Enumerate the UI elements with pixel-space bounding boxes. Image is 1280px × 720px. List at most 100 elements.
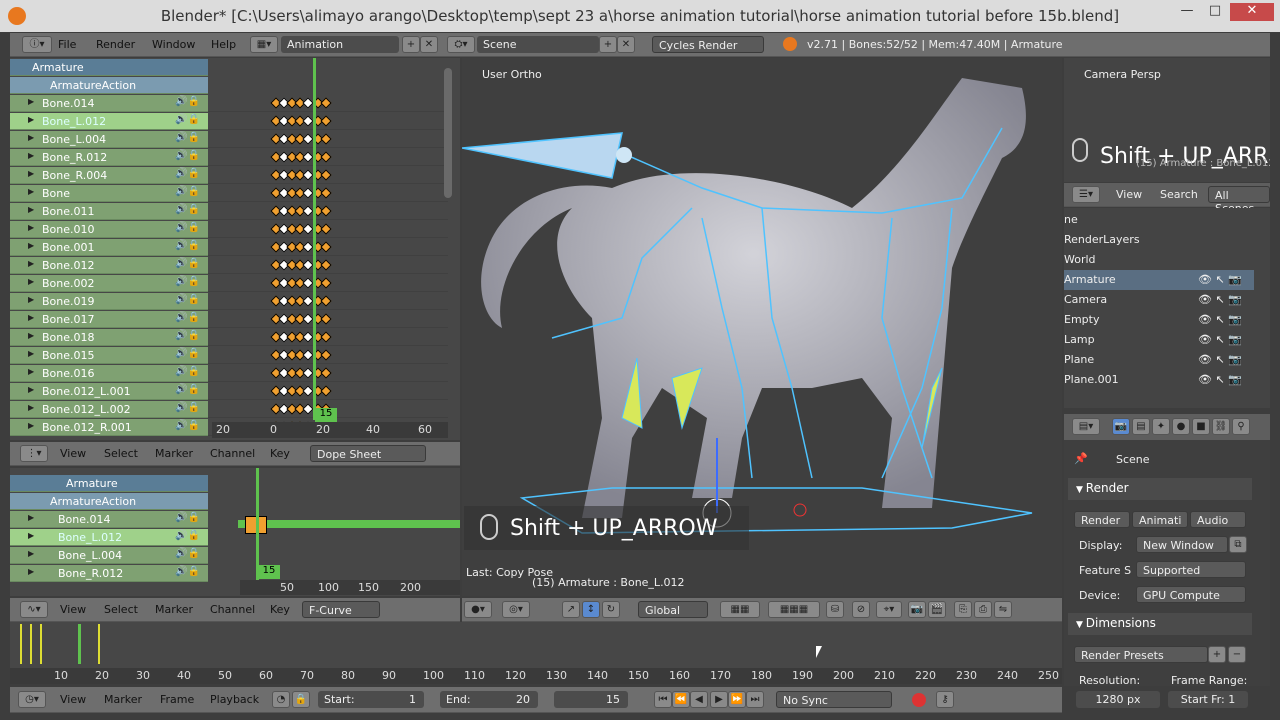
- scene-icon[interactable]: ⛭▾: [447, 36, 475, 53]
- jump-end-icon[interactable]: ⏭: [746, 691, 764, 708]
- scene-tab-icon[interactable]: ✦: [1152, 418, 1170, 435]
- expand-arrow-icon[interactable]: ▶: [28, 385, 34, 394]
- jump-start-icon[interactable]: ⏮: [654, 691, 672, 708]
- screen-layout-field[interactable]: Animation: [281, 36, 399, 53]
- dopesheet-channel-row[interactable]: ▶ Bone.015 🔊🔒: [10, 347, 208, 364]
- expand-arrow-icon[interactable]: ▶: [28, 187, 34, 196]
- graph-channel-row[interactable]: ▶ Bone.014 🔊🔒: [10, 511, 208, 528]
- graph-channel-row[interactable]: ▶ Bone_R.012 🔊🔒: [10, 565, 208, 582]
- speaker-lock-icon[interactable]: 🔊🔒: [175, 566, 200, 577]
- shading-solid-icon[interactable]: ●▾: [464, 601, 492, 618]
- start-frame-input[interactable]: Start: 1: [318, 691, 424, 708]
- expand-arrow-icon[interactable]: ▶: [28, 531, 34, 540]
- bone-tab-icon[interactable]: ⚲: [1232, 418, 1250, 435]
- outliner-row[interactable]: Armature 👁 ↖ 📷: [1064, 270, 1254, 290]
- sync-mode-dropdown[interactable]: No Sync: [776, 691, 892, 708]
- graph-menu-marker[interactable]: Marker: [155, 603, 193, 616]
- pin-icon[interactable]: 📌: [1074, 452, 1088, 465]
- close-button[interactable]: ✕: [1230, 3, 1274, 21]
- graph-mode-dropdown[interactable]: F-Curve: [302, 601, 380, 618]
- expand-arrow-icon[interactable]: ▶: [28, 367, 34, 376]
- speaker-lock-icon[interactable]: 🔊🔒: [175, 312, 200, 323]
- dopesheet-channel-row[interactable]: ▶ Bone.012_L.002 🔊🔒: [10, 401, 208, 418]
- dopesheet-channel-row[interactable]: ▶ Bone.012 🔊🔒: [10, 257, 208, 274]
- dimensions-panel-header[interactable]: ▼ Dimensions: [1068, 613, 1252, 635]
- expand-arrow-icon[interactable]: ▶: [28, 151, 34, 160]
- speaker-lock-icon[interactable]: 🔊🔒: [175, 168, 200, 179]
- dopesheet-channel-row[interactable]: ▶ Bone.012_L.001 🔊🔒: [10, 383, 208, 400]
- speaker-lock-icon[interactable]: 🔊🔒: [175, 132, 200, 143]
- timeline-area[interactable]: [10, 622, 1062, 668]
- add-scene-icon[interactable]: +: [599, 36, 617, 53]
- outliner-row[interactable]: ne: [1064, 210, 1254, 230]
- object-tab-icon[interactable]: ■: [1192, 418, 1210, 435]
- speaker-lock-icon[interactable]: 🔊🔒: [175, 204, 200, 215]
- outliner-menu-search[interactable]: Search: [1160, 188, 1198, 201]
- dopesheet-menu-key[interactable]: Key: [270, 447, 290, 460]
- outliner-row[interactable]: Empty 👁 ↖ 📷: [1064, 310, 1254, 330]
- outliner-menu-view[interactable]: View: [1116, 188, 1142, 201]
- speaker-lock-icon[interactable]: 🔊🔒: [175, 114, 200, 125]
- render-layers-tab-icon[interactable]: ▤: [1132, 418, 1150, 435]
- render-button[interactable]: Render: [1074, 511, 1130, 528]
- expand-arrow-icon[interactable]: ▶: [28, 241, 34, 250]
- pose-lock-icon[interactable]: ⛁: [826, 601, 844, 618]
- end-frame-input[interactable]: End: 20: [440, 691, 538, 708]
- dopesheet-channel-row[interactable]: ▶ Bone_L.012 🔊🔒: [10, 113, 208, 130]
- editor-type-graph-icon[interactable]: ∿▾: [20, 601, 48, 618]
- timeline-menu-marker[interactable]: Marker: [104, 693, 142, 706]
- speaker-lock-icon[interactable]: 🔊🔒: [175, 384, 200, 395]
- dopesheet-channel-row[interactable]: ▶ Bone.019 🔊🔒: [10, 293, 208, 310]
- timeline-menu-playback[interactable]: Playback: [210, 693, 259, 706]
- expand-arrow-icon[interactable]: ▶: [28, 403, 34, 412]
- editor-type-timeline-icon[interactable]: ◷▾: [18, 691, 46, 708]
- speaker-lock-icon[interactable]: 🔊🔒: [175, 240, 200, 251]
- current-frame-input[interactable]: 15: [554, 691, 628, 708]
- graph-menu-key[interactable]: Key: [270, 603, 290, 616]
- outliner-row[interactable]: Plane.001 👁 ↖ 📷: [1064, 370, 1254, 390]
- expand-arrow-icon[interactable]: ▶: [28, 513, 34, 522]
- rotate-icon[interactable]: ↻: [602, 601, 620, 618]
- outliner-row[interactable]: Lamp 👁 ↖ 📷: [1064, 330, 1254, 350]
- resolution-x-field[interactable]: 1280 px: [1076, 691, 1160, 708]
- feature-set-dropdown[interactable]: Supported: [1136, 561, 1246, 578]
- graph-channel-row[interactable]: ▶ Bone_L.012 🔊🔒: [10, 529, 208, 546]
- keying-icon[interactable]: ⚷: [936, 691, 954, 708]
- graph-current-frame-line[interactable]: [256, 468, 259, 580]
- screen-layout-icon[interactable]: ▦▾: [250, 36, 278, 53]
- constraints-tab-icon[interactable]: ⛓: [1212, 418, 1230, 435]
- jump-keyframe-back-icon[interactable]: ⏪: [672, 691, 690, 708]
- camera-viewport[interactable]: Camera Persp Shift + UP_ARR (15) Armatur…: [1064, 58, 1270, 182]
- speaker-lock-icon[interactable]: 🔊🔒: [175, 420, 200, 431]
- expand-arrow-icon[interactable]: ▶: [28, 549, 34, 558]
- snap-icon[interactable]: ⊘: [852, 601, 870, 618]
- current-frame-line[interactable]: [313, 58, 316, 420]
- dopesheet-action-row[interactable]: ArmatureAction: [10, 77, 208, 94]
- speaker-lock-icon[interactable]: 🔊🔒: [175, 330, 200, 341]
- dopesheet-channel-row[interactable]: ▶ Bone.010 🔊🔒: [10, 221, 208, 238]
- speaker-lock-icon[interactable]: 🔊🔒: [175, 348, 200, 359]
- speaker-lock-icon[interactable]: 🔊🔒: [175, 366, 200, 377]
- dopesheet-menu-select[interactable]: Select: [104, 447, 138, 460]
- paste-pose-icon[interactable]: ⎙: [974, 601, 992, 618]
- expand-arrow-icon[interactable]: ▶: [28, 349, 34, 358]
- layers-2-icon[interactable]: ▦▦▦: [768, 601, 820, 618]
- outliner-filter-dropdown[interactable]: All Scenes: [1208, 186, 1270, 215]
- expand-arrow-icon[interactable]: ▶: [28, 567, 34, 576]
- animation-button[interactable]: Animati: [1132, 511, 1188, 528]
- menu-window[interactable]: Window: [152, 38, 195, 51]
- dopesheet-channel-row[interactable]: ▶ Bone_R.004 🔊🔒: [10, 167, 208, 184]
- speaker-lock-icon[interactable]: 🔊🔒: [175, 276, 200, 287]
- minimize-button[interactable]: —: [1174, 3, 1200, 21]
- speaker-lock-icon[interactable]: 🔊🔒: [175, 294, 200, 305]
- 3d-viewport[interactable]: User Ortho Shift + UP_ARROW Last: Copy P…: [462, 58, 1062, 596]
- remove-scene-icon[interactable]: ✕: [617, 36, 635, 53]
- visibility-icons[interactable]: 👁 ↖ 📷: [1198, 353, 1242, 366]
- dopesheet-channel-row[interactable]: ▶ Bone.017 🔊🔒: [10, 311, 208, 328]
- visibility-icons[interactable]: 👁 ↖ 📷: [1198, 273, 1242, 286]
- snap-target-icon[interactable]: ⌖▾: [876, 601, 902, 618]
- expand-arrow-icon[interactable]: ▶: [28, 421, 34, 430]
- pivot-icon[interactable]: ◎▾: [502, 601, 530, 618]
- menu-render[interactable]: Render: [96, 38, 135, 51]
- render-tab-icon[interactable]: 📷: [1112, 418, 1130, 435]
